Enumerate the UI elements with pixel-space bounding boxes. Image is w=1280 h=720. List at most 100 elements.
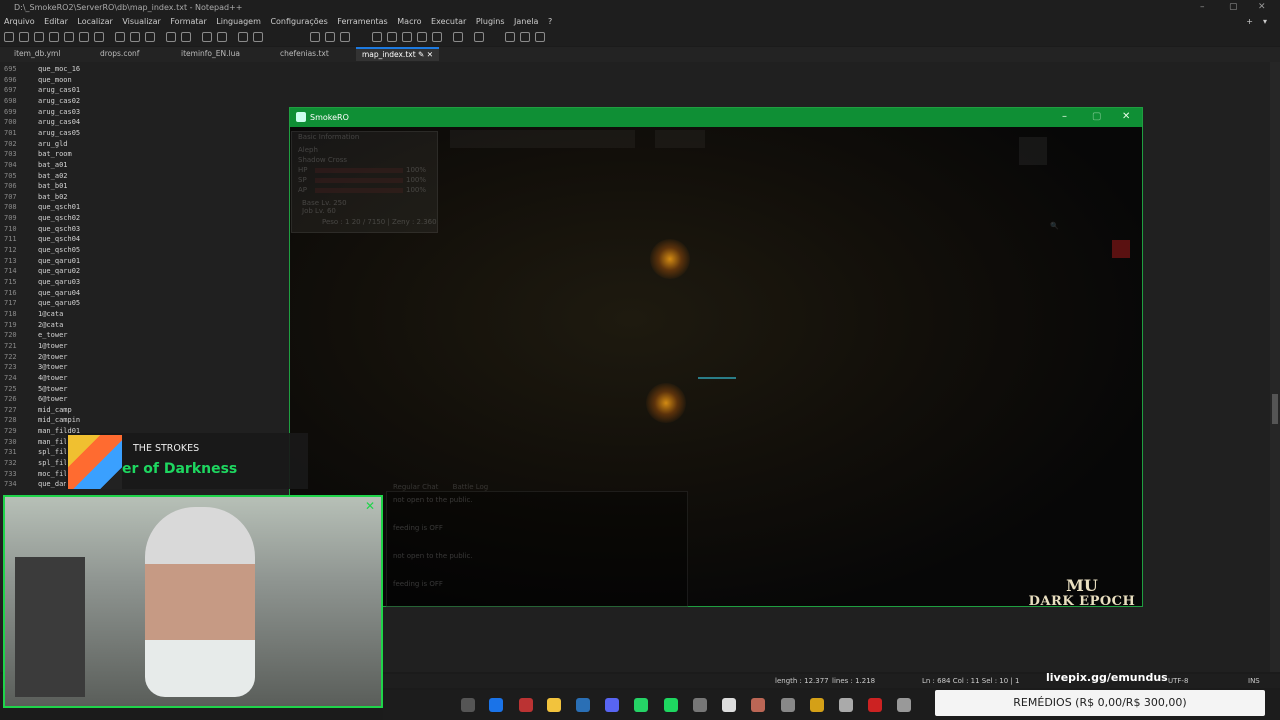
new-file-icon[interactable] [4, 32, 14, 42]
shortcut-bar[interactable] [450, 130, 635, 148]
line-number: 718 [4, 309, 17, 318]
tab-map-index[interactable]: map_index.txt ✎ ✕ [356, 47, 440, 61]
record-icon[interactable] [453, 32, 463, 42]
replace-icon[interactable] [217, 32, 227, 42]
menu-formatar[interactable]: Formatar [170, 17, 206, 26]
save-macro-icon[interactable] [535, 32, 545, 42]
line-text: que_qsch01 [38, 203, 81, 212]
line-number: 700 [4, 118, 17, 127]
add-tab-icon[interactable]: + [1246, 17, 1253, 26]
target-icon[interactable] [1112, 240, 1130, 258]
discord-icon[interactable] [605, 698, 619, 712]
line-text: que_qaru05 [38, 299, 81, 308]
minimize-icon[interactable]: – [1200, 2, 1205, 12]
zoom-in-icon[interactable] [238, 32, 248, 42]
menu-editar[interactable]: Editar [44, 17, 68, 26]
app-white-icon[interactable] [722, 698, 736, 712]
zoom-out-icon[interactable] [253, 32, 263, 42]
stop-icon[interactable] [474, 32, 484, 42]
vertical-scrollbar[interactable] [1270, 62, 1280, 672]
game-title: SmokeRO [310, 113, 349, 122]
close-all-icon[interactable] [79, 32, 89, 42]
basic-info-window[interactable]: Basic Information Aleph Shadow Cross HP … [291, 131, 438, 233]
taskview-icon[interactable] [461, 698, 475, 712]
save-all-icon[interactable] [49, 32, 59, 42]
app-red2-icon[interactable] [868, 698, 882, 712]
maximize-icon[interactable]: ▢ [1229, 2, 1238, 12]
menu-linguagem[interactable]: Linguagem [216, 17, 261, 26]
ap-bar [315, 188, 403, 193]
redo-icon[interactable] [181, 32, 191, 42]
line-number: 732 [4, 459, 17, 468]
tab-iteminfo[interactable]: iteminfo_EN.lua [181, 49, 240, 58]
menu-visualizar[interactable]: Visualizar [122, 17, 161, 26]
line-text: que_qsch05 [38, 246, 81, 255]
wrap-icon[interactable] [310, 32, 320, 42]
minimap[interactable] [1019, 137, 1047, 165]
play-icon[interactable] [505, 32, 515, 42]
whatsapp-icon[interactable] [634, 698, 648, 712]
chat-tab-battle[interactable]: Battle Log [453, 483, 489, 491]
open-file-icon[interactable] [19, 32, 29, 42]
menu-arquivo[interactable]: Arquivo [4, 17, 35, 26]
copy-icon[interactable] [130, 32, 140, 42]
tab-item-db[interactable]: item_db.yml [14, 49, 60, 58]
tab-drops[interactable]: drops.conf [100, 49, 139, 58]
game-window[interactable]: SmokeRO – ▢ ✕ Basic Information Aleph Sh… [289, 107, 1143, 607]
pin-icon[interactable]: ✎ [418, 50, 424, 59]
play-multiple-icon[interactable] [520, 32, 530, 42]
menu-help[interactable]: ? [548, 17, 552, 26]
cut-icon[interactable] [115, 32, 125, 42]
print-icon[interactable] [94, 32, 104, 42]
map-icon[interactable] [387, 32, 397, 42]
spotify-icon[interactable] [664, 698, 678, 712]
folder-workspace-icon[interactable] [417, 32, 427, 42]
line-text: que_qaru03 [38, 278, 81, 286]
save-icon[interactable] [34, 32, 44, 42]
menu-ferramentas[interactable]: Ferramentas [337, 17, 387, 26]
explorer-icon[interactable] [547, 698, 561, 712]
steam-icon[interactable] [576, 698, 590, 712]
menu-plugins[interactable]: Plugins [476, 17, 505, 26]
shortcut-bar-2[interactable] [655, 130, 705, 148]
list-tabs-icon[interactable]: ▾ [1263, 17, 1267, 26]
tab-close-icon[interactable]: ✕ [427, 50, 433, 59]
tab-chefenias[interactable]: chefenias.txt [280, 49, 329, 58]
indent-guide-icon[interactable] [340, 32, 350, 42]
find-icon[interactable] [202, 32, 212, 42]
chat-tab-regular[interactable]: Regular Chat [393, 483, 438, 491]
app-gray-icon[interactable] [693, 698, 707, 712]
app-yellow-icon[interactable] [810, 698, 824, 712]
scrollbar-thumb[interactable] [1272, 394, 1278, 424]
chat-window[interactable]: Regular Chat Battle Log not open to the … [386, 483, 688, 607]
menu-macro[interactable]: Macro [397, 17, 421, 26]
app-icon[interactable] [781, 698, 795, 712]
function-list-icon[interactable] [402, 32, 412, 42]
notepadpp-icon[interactable] [897, 698, 911, 712]
monitor-icon[interactable] [432, 32, 442, 42]
game-close-icon[interactable]: ✕ [1122, 111, 1130, 122]
line-text: bat_room [38, 150, 72, 159]
code-icon[interactable] [372, 32, 382, 42]
menu-localizar[interactable]: Localizar [77, 17, 112, 26]
line-text: bat_a01 [38, 160, 68, 169]
game-minimize-icon[interactable]: – [1062, 111, 1067, 122]
close-file-icon[interactable] [64, 32, 74, 42]
undo-icon[interactable] [166, 32, 176, 42]
settings-icon[interactable] [839, 698, 853, 712]
game-scene[interactable]: Basic Information Aleph Shadow Cross HP … [290, 127, 1142, 607]
app-red-icon[interactable] [519, 698, 533, 712]
game-maximize-icon[interactable]: ▢ [1092, 111, 1101, 122]
paste-icon[interactable] [145, 32, 155, 42]
hp-label: HP [298, 166, 308, 174]
close-icon[interactable]: ✕ [1258, 2, 1266, 12]
app-orange-icon[interactable] [751, 698, 765, 712]
menu-executar[interactable]: Executar [431, 17, 466, 26]
all-chars-icon[interactable] [325, 32, 335, 42]
line-text: 2@cata [38, 320, 64, 329]
menu-configuracoes[interactable]: Configurações [270, 17, 327, 26]
streamer-image [145, 507, 255, 697]
edge-icon[interactable] [489, 698, 503, 712]
line-number: 734 [4, 480, 17, 489]
menu-janela[interactable]: Janela [514, 17, 538, 26]
